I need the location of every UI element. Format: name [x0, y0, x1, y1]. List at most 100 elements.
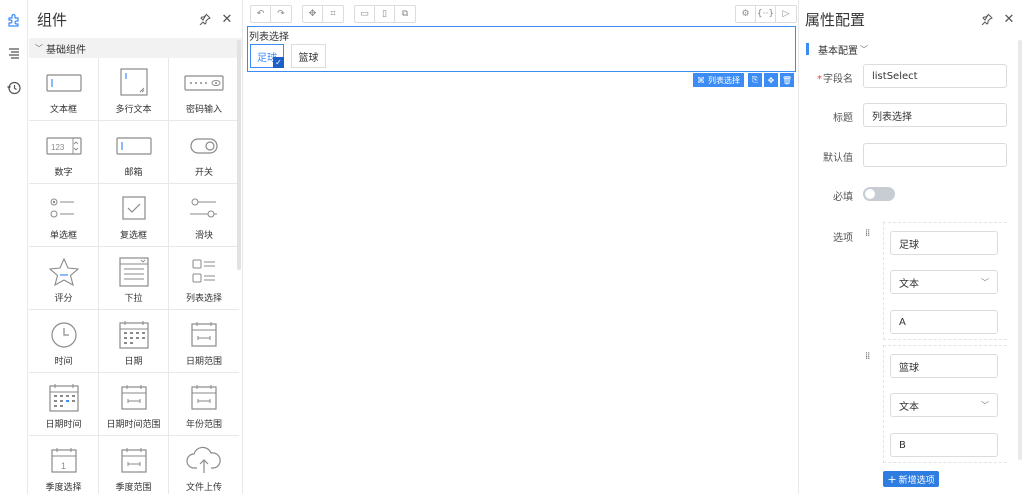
default-label: 默认值: [823, 153, 853, 164]
section-basic-config[interactable]: 基本配置 ﹀: [806, 43, 868, 57]
mobile-icon[interactable]: ▯: [375, 6, 395, 22]
component-slider[interactable]: 滑块: [169, 184, 239, 247]
component-list-select[interactable]: 列表选择: [169, 247, 239, 310]
drag-icon[interactable]: ✥: [764, 73, 778, 87]
component-label: 邮箱: [124, 168, 143, 178]
component-radio[interactable]: 单选框: [29, 184, 99, 247]
section-label: 基本配置: [818, 45, 858, 57]
components-grid: 文本框 多行文本 密码输入 123 数字 邮箱 开关 单选框 复选框 滑块 评分…: [29, 58, 242, 494]
component-textarea[interactable]: 多行文本: [99, 58, 169, 121]
component-label: 多行文本: [115, 105, 152, 115]
component-quarter[interactable]: 1 季度选择: [29, 436, 99, 494]
required-switch[interactable]: [863, 187, 895, 201]
list-select-field[interactable]: 列表选择 足球 ✓ 篮球: [247, 26, 796, 72]
component-label: 日期时间: [45, 420, 82, 430]
outline-icon[interactable]: [4, 44, 24, 64]
canvas-toolbar: ↶ ↷ ✥ ⌗ ▭ ▯ ⧉ ⚙ {··} ▷: [245, 0, 797, 28]
pin-icon[interactable]: [980, 12, 994, 26]
component-text[interactable]: 文本框: [29, 58, 99, 121]
properties-scrollbar[interactable]: [1018, 40, 1022, 460]
component-quarter-range[interactable]: 季度范围: [99, 436, 169, 494]
play-icon[interactable]: ▷: [776, 6, 796, 22]
component-time[interactable]: 时间: [29, 310, 99, 373]
close-icon[interactable]: ✕: [1002, 12, 1016, 27]
svg-text:1: 1: [61, 461, 66, 471]
component-dropdown[interactable]: 下拉: [99, 247, 169, 310]
redo-icon[interactable]: ↷: [271, 6, 291, 22]
settings-icon[interactable]: ⚙: [736, 6, 756, 22]
component-number[interactable]: 123 数字: [29, 121, 99, 184]
component-label: 年份范围: [185, 420, 222, 430]
component-email[interactable]: 邮箱: [99, 121, 169, 184]
component-label: 文本框: [49, 105, 77, 115]
delete-icon[interactable]: 🗑: [780, 73, 794, 87]
option-label-input[interactable]: 足球: [890, 231, 998, 255]
pin-icon[interactable]: [198, 12, 212, 26]
option-type-value: 文本: [899, 278, 919, 290]
component-date[interactable]: 日期: [99, 310, 169, 373]
option-value-input[interactable]: A: [890, 310, 998, 334]
drag-handle-icon[interactable]: ⁞⁞: [865, 351, 870, 362]
option-football[interactable]: 足球 ✓: [250, 44, 284, 68]
option-basketball[interactable]: 篮球: [291, 44, 326, 68]
components-scrollbar[interactable]: [237, 40, 241, 270]
component-year-range[interactable]: 年份范围: [169, 373, 239, 436]
component-icon: ⌘: [697, 75, 705, 85]
device-group: ▭ ▯ ⧉: [354, 5, 416, 23]
component-password[interactable]: 密码输入: [169, 58, 239, 121]
date-range-icon: [191, 322, 217, 347]
tablet-icon[interactable]: ⧉: [395, 6, 415, 22]
year-range-icon: [191, 385, 217, 410]
component-checkbox[interactable]: 复选框: [99, 184, 169, 247]
edit-group: ✥ ⌗: [302, 5, 344, 23]
datetime-icon: [48, 384, 79, 412]
email-icon: [115, 137, 152, 155]
field-name-input[interactable]: listSelect: [863, 64, 1007, 88]
radio-icon: [50, 198, 74, 218]
option-value-input[interactable]: B: [890, 433, 998, 457]
default-input[interactable]: [863, 143, 1007, 167]
component-label: 开关: [194, 168, 213, 178]
move-icon[interactable]: ✥: [303, 6, 323, 22]
component-datetime-range[interactable]: 日期时间范围: [99, 373, 169, 436]
history-icon[interactable]: [4, 78, 24, 98]
undo-icon[interactable]: ↶: [251, 6, 271, 22]
component-label: 时间: [54, 357, 73, 367]
group-basic[interactable]: ﹀ 基础组件: [29, 38, 242, 58]
switch-icon: [190, 138, 218, 154]
group-label: 基础组件: [46, 44, 86, 56]
form-designer: 组件 ✕ ﹀ 基础组件 文本框 多行文本 密码输入 123 数字 邮箱 开关 单…: [0, 0, 1024, 494]
activity-bar: [0, 0, 28, 494]
component-date-range[interactable]: 日期范围: [169, 310, 239, 373]
slider-icon: [190, 198, 217, 218]
option-type-select[interactable]: 文本 ﹀: [890, 393, 998, 417]
desktop-icon[interactable]: ▭: [355, 6, 375, 22]
component-switch[interactable]: 开关: [169, 121, 239, 184]
component-rate[interactable]: 评分: [29, 247, 99, 310]
option-label-input[interactable]: 篮球: [890, 354, 998, 378]
copy-icon[interactable]: ⎘: [748, 73, 762, 87]
history-group: ↶ ↷: [250, 5, 292, 23]
code-icon[interactable]: {··}: [756, 6, 776, 22]
drag-handle-icon[interactable]: ⁞⁞: [865, 228, 870, 239]
puzzle-icon[interactable]: [4, 10, 24, 30]
component-upload[interactable]: 文件上传: [169, 436, 239, 494]
crop-icon[interactable]: ⌗: [323, 6, 343, 22]
component-label: 评分: [54, 294, 73, 304]
dropdown-icon: [118, 257, 149, 287]
option-type-select[interactable]: 文本 ﹀: [890, 270, 998, 294]
check-icon: ✓: [273, 57, 284, 68]
component-label: 日期范围: [185, 357, 222, 367]
required-mark: *: [817, 74, 822, 85]
component-label: 滑块: [194, 231, 213, 241]
design-canvas[interactable]: ↶ ↷ ✥ ⌗ ▭ ▯ ⧉ ⚙ {··} ▷ 列表选择 足球 ✓ 篮球 ⌘ 列表…: [245, 0, 797, 494]
title-input[interactable]: 列表选择: [863, 103, 1007, 127]
close-icon[interactable]: ✕: [220, 12, 234, 27]
component-label: 文件上传: [185, 483, 222, 493]
list-select-icon: [192, 259, 215, 283]
component-datetime[interactable]: 日期时间: [29, 373, 99, 436]
datetime-range-icon: [120, 385, 147, 410]
add-option-button[interactable]: + 新增选项: [883, 471, 939, 487]
quarter-icon: 1: [50, 448, 77, 473]
field-name-tag[interactable]: ⌘ 列表选择: [693, 73, 744, 87]
